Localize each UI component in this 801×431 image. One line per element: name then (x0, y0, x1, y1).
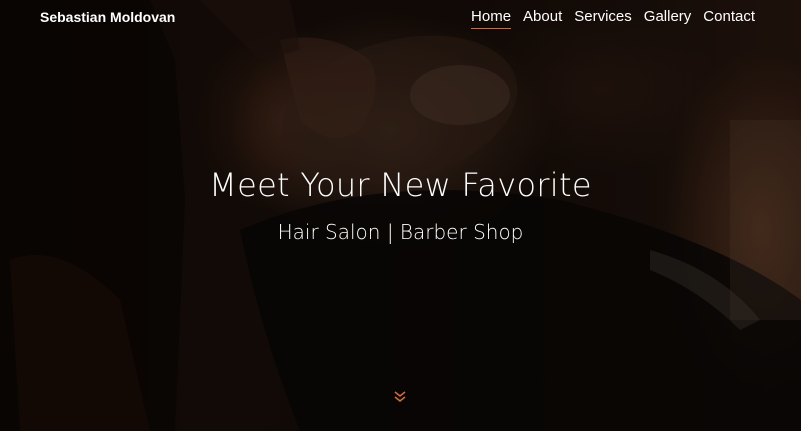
scroll-down-button[interactable] (392, 389, 408, 403)
navbar: Sebastian Moldovan Home About Services G… (0, 0, 801, 36)
nav-link-gallery[interactable]: Gallery (644, 8, 692, 28)
nav-item-gallery: Gallery (644, 8, 692, 29)
nav-item-contact: Contact (703, 8, 755, 29)
nav-item-home: Home (471, 8, 512, 29)
brand-logo[interactable]: Sebastian Moldovan (40, 9, 175, 25)
double-chevron-down-icon (394, 391, 406, 403)
nav-item-services: Services (574, 8, 632, 29)
hero-overlay (0, 0, 801, 431)
nav-link-services[interactable]: Services (574, 8, 632, 28)
nav-item-about: About (523, 8, 562, 29)
nav-link-about[interactable]: About (523, 8, 562, 28)
hero-section: Sebastian Moldovan Home About Services G… (0, 0, 801, 431)
nav-link-home[interactable]: Home (471, 8, 512, 29)
hero-title: Meet Your New Favorite (209, 166, 592, 204)
nav-link-contact[interactable]: Contact (703, 8, 755, 28)
nav-menu: Home About Services Gallery Contact (471, 8, 755, 29)
hero-subtitle: Hair Salon | Barber Shop (277, 220, 524, 244)
